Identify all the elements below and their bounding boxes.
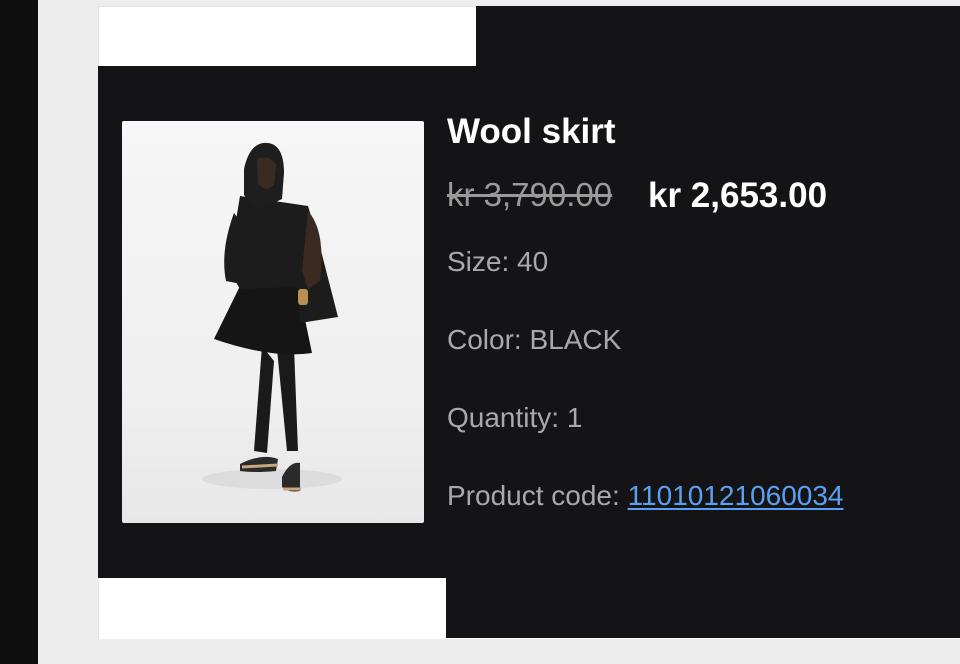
sale-price: kr 2,653.00 <box>648 176 828 215</box>
product-code-link[interactable]: 11010121060034 <box>628 480 844 511</box>
quantity-value: 1 <box>566 402 583 433</box>
color-row: Color: BLACK <box>447 324 621 356</box>
size-row: Size: 40 <box>447 246 548 278</box>
dark-header-block <box>476 6 960 68</box>
product-image[interactable] <box>122 121 424 523</box>
quantity-row: Quantity: 1 <box>447 402 582 434</box>
color-value: BLACK <box>529 324 622 355</box>
product-code-row: Product code: 11010121060034 <box>447 480 844 512</box>
size-label: Size: <box>447 246 518 277</box>
size-value: 40 <box>517 246 549 277</box>
product-code-label: Product code: <box>447 480 628 511</box>
dark-footer-block <box>446 576 960 638</box>
left-dark-margin <box>0 0 38 664</box>
product-name: Wool skirt <box>447 112 616 151</box>
color-label: Color: <box>447 324 530 355</box>
original-price: kr 3,790.00 <box>447 176 613 213</box>
quantity-label: Quantity: <box>447 402 567 433</box>
